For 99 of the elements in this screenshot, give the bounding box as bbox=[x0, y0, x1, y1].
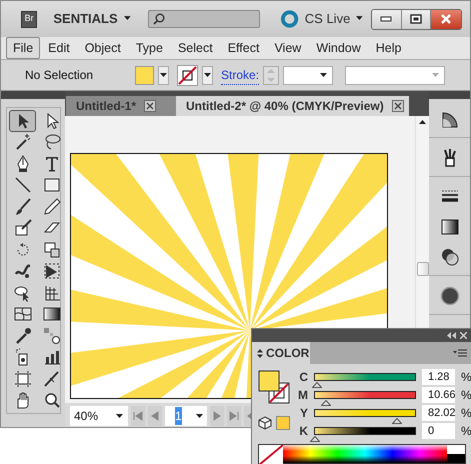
document-tab[interactable]: Untitled-2* @ 40% (CMYK/Preview) bbox=[176, 96, 409, 116]
channel-label: C bbox=[298, 369, 308, 386]
menu-item[interactable]: Edit bbox=[41, 36, 77, 60]
fill-stroke-swatches[interactable] bbox=[258, 370, 292, 406]
channel-label: Y bbox=[298, 405, 308, 422]
sort-icon bbox=[257, 348, 263, 358]
value-field[interactable]: 82.02 bbox=[422, 405, 455, 421]
restore-button[interactable] bbox=[402, 10, 432, 28]
unit-label: % bbox=[461, 423, 471, 440]
in-gamut-swatch[interactable] bbox=[276, 416, 290, 430]
caret-icon bbox=[204, 73, 212, 77]
first-page-icon bbox=[133, 411, 143, 421]
rectangle-tool-icon bbox=[42, 176, 60, 194]
page-number: 1 bbox=[175, 407, 182, 425]
close-icon bbox=[394, 102, 402, 110]
caret-icon bbox=[160, 73, 168, 77]
stroke-weight-field[interactable] bbox=[283, 66, 334, 84]
magic-wand-icon bbox=[14, 133, 32, 152]
warp-icon bbox=[14, 262, 32, 280]
none-swatch[interactable] bbox=[259, 445, 283, 464]
appearance-icon[interactable] bbox=[440, 286, 460, 306]
menu-item[interactable]: Window bbox=[309, 36, 368, 60]
workspace-switcher[interactable]: SENTIALS bbox=[53, 9, 118, 29]
eyedropper-icon bbox=[14, 326, 32, 345]
document-tab[interactable]: Untitled-1* bbox=[66, 96, 176, 116]
mesh-icon bbox=[14, 305, 32, 324]
menu-item[interactable]: Select bbox=[170, 36, 220, 60]
blob-brush-icon bbox=[14, 219, 32, 238]
zoom-icon bbox=[42, 391, 60, 410]
dropdown-field[interactable] bbox=[345, 66, 446, 84]
tab-close-button[interactable] bbox=[144, 100, 156, 112]
caret-icon bbox=[432, 72, 440, 78]
collapse-icon[interactable] bbox=[447, 332, 456, 339]
ring-icon[interactable] bbox=[280, 9, 299, 29]
minimize-icon bbox=[380, 16, 392, 22]
cs-live-menu[interactable]: CS Live bbox=[304, 9, 350, 29]
transparency-icon[interactable] bbox=[440, 247, 460, 267]
panel-title: COLOR bbox=[266, 345, 310, 362]
menu-item[interactable]: Object bbox=[78, 36, 128, 60]
stroke-swatch[interactable] bbox=[177, 64, 198, 86]
gamut-cube-icon[interactable] bbox=[258, 416, 272, 430]
pencil-icon bbox=[42, 198, 60, 216]
search-field[interactable] bbox=[148, 10, 260, 28]
dropdown-button[interactable] bbox=[158, 66, 170, 84]
fill-swatch[interactable] bbox=[135, 66, 154, 84]
shape-builder-icon bbox=[14, 284, 32, 302]
scroll-thumb[interactable] bbox=[416, 262, 428, 276]
lasso-icon bbox=[42, 133, 60, 152]
column-graph-icon bbox=[42, 348, 60, 366]
color-spectrum[interactable] bbox=[258, 444, 466, 464]
line-tool-icon bbox=[14, 176, 32, 194]
perspective-grid-icon bbox=[42, 284, 60, 302]
gradient-icon[interactable] bbox=[440, 217, 460, 237]
previous-page-icon bbox=[150, 411, 160, 421]
minimize-button[interactable] bbox=[372, 10, 402, 28]
panel-tab[interactable]: COLOR bbox=[252, 342, 310, 364]
unit-label: % bbox=[461, 387, 471, 404]
close-button[interactable] bbox=[431, 10, 461, 28]
menu-item[interactable]: View bbox=[267, 36, 308, 60]
close-icon bbox=[146, 102, 154, 110]
tool-button[interactable] bbox=[9, 110, 36, 132]
up-arrow-icon bbox=[419, 120, 426, 124]
restore-icon bbox=[410, 14, 422, 24]
caret-icon bbox=[116, 414, 124, 418]
search-icon bbox=[153, 13, 166, 25]
caret-icon[interactable] bbox=[124, 16, 132, 22]
unit-label: % bbox=[461, 405, 471, 422]
panel-menu-icon[interactable] bbox=[453, 349, 467, 357]
bridge-button[interactable]: Br bbox=[21, 10, 38, 28]
dropdown-button[interactable] bbox=[202, 66, 214, 84]
unit-label: % bbox=[461, 369, 471, 386]
next-page-icon bbox=[212, 411, 222, 421]
caret-icon[interactable] bbox=[356, 16, 365, 22]
menu-item[interactable]: Effect bbox=[220, 36, 266, 60]
value-field[interactable]: 1.28 bbox=[422, 369, 455, 385]
menu-item[interactable]: File bbox=[6, 36, 40, 60]
zoom-value: 40% bbox=[74, 408, 98, 425]
zoom-field[interactable]: 40% bbox=[70, 406, 128, 426]
tab-close-button[interactable] bbox=[392, 100, 404, 112]
channel-label: K bbox=[298, 423, 308, 440]
close-icon bbox=[440, 14, 452, 24]
caret-icon bbox=[196, 414, 204, 418]
gradient-tool-icon bbox=[42, 305, 60, 324]
close-icon[interactable] bbox=[460, 332, 467, 339]
slider-thumb[interactable] bbox=[310, 436, 320, 442]
caret-icon bbox=[320, 72, 328, 78]
free-transform-icon bbox=[42, 262, 60, 280]
channel-label: M bbox=[298, 387, 308, 404]
selection-label: No Selection bbox=[25, 67, 94, 84]
slice-tool-icon bbox=[42, 370, 60, 388]
scale-icon bbox=[42, 240, 60, 259]
paintbrush-icon bbox=[14, 198, 32, 216]
stroke-link[interactable]: Stroke: bbox=[221, 66, 260, 84]
menu-item[interactable]: Type bbox=[128, 36, 170, 60]
last-page-icon bbox=[229, 411, 239, 421]
menu-item[interactable]: Help bbox=[368, 36, 408, 60]
value-field[interactable]: 10.66 bbox=[422, 387, 455, 403]
value-field[interactable]: 0 bbox=[422, 423, 455, 439]
artboard-tool-icon bbox=[14, 370, 32, 388]
